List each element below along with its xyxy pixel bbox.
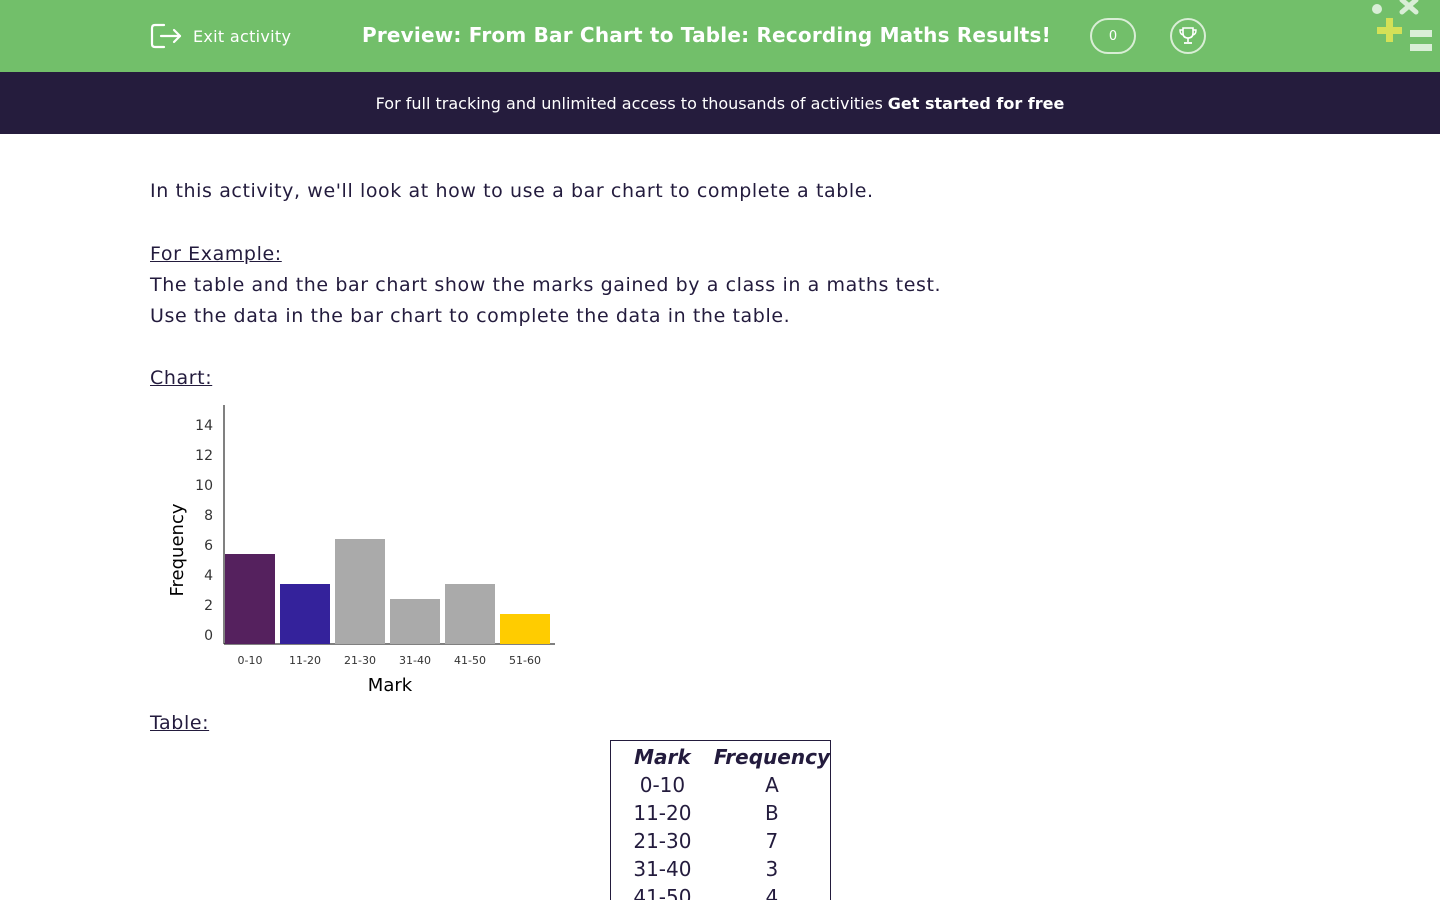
- table-row: 31-40 3: [611, 855, 830, 883]
- x-tick-label: 21-30: [344, 654, 376, 667]
- bar: [390, 599, 440, 644]
- example-line-2: Use the data in the bar chart to complet…: [150, 305, 791, 327]
- x-tick-label: 11-20: [289, 654, 321, 667]
- y-tick-label: 6: [204, 538, 213, 554]
- table-cell-frequency: B: [765, 801, 779, 825]
- y-axis-label: Frequency: [167, 503, 188, 596]
- table-row: 41-50 4: [611, 883, 830, 900]
- y-tick-label: 8: [204, 508, 213, 524]
- y-tick-label: 0: [204, 628, 213, 644]
- bar: [445, 584, 495, 644]
- get-started-link[interactable]: Get started for free: [888, 94, 1065, 113]
- table-row: 21-30 7: [611, 827, 830, 855]
- table-cell-frequency: 7: [765, 829, 779, 853]
- table-cell-frequency: 3: [765, 857, 779, 881]
- y-tick-label: 10: [195, 478, 213, 494]
- x-tick-label: 41-50: [454, 654, 486, 667]
- trophy-button[interactable]: [1170, 18, 1206, 54]
- data-table: Mark Frequency 0-10 A 11-20 B 21-30 7 31…: [611, 743, 830, 900]
- trophy-icon: [1179, 27, 1197, 44]
- example-heading: For Example:: [150, 243, 282, 265]
- table-cell-mark: 0-10: [639, 773, 686, 797]
- logo-icon: [1372, 0, 1432, 51]
- table-heading: Table:: [150, 712, 210, 734]
- score-badge: 0: [1090, 18, 1136, 54]
- bar: [225, 554, 275, 644]
- frequency-table: Mark Frequency 0-10 A 11-20 B 21-30 7 31…: [610, 740, 831, 900]
- y-tick-label: 14: [195, 418, 213, 434]
- page-title: Preview: From Bar Chart to Table: Record…: [362, 23, 1051, 47]
- bar: [335, 539, 385, 644]
- y-tick-label: 2: [204, 598, 213, 614]
- exit-icon: [150, 23, 182, 49]
- top-bar: Exit activity Preview: From Bar Chart to…: [0, 0, 1440, 72]
- y-tick-label: 4: [204, 568, 213, 584]
- bar: [280, 584, 330, 644]
- column-header-frequency: Frequency: [713, 745, 830, 769]
- x-axis-label: Mark: [368, 675, 413, 696]
- bar-chart: 0 2 4 6 8 10 12 14 0-10 11-20 21-30 31-40 41-50 51-60…: [167, 405, 555, 696]
- column-header-mark: Mark: [634, 745, 691, 769]
- exit-activity-button[interactable]: Exit activity: [150, 20, 291, 52]
- table-cell-mark: 41-50: [633, 885, 692, 900]
- x-tick-label: 31-40: [399, 654, 431, 667]
- table-row: 11-20 B: [611, 799, 830, 827]
- banner-text: For full tracking and unlimited access t…: [375, 93, 883, 113]
- x-tick-label: 0-10: [238, 654, 263, 667]
- table-cell-frequency: 4: [765, 885, 779, 900]
- x-tick-label: 51-60: [509, 654, 541, 667]
- table-cell-mark: 11-20: [633, 801, 692, 825]
- y-tick-label: 12: [195, 448, 213, 464]
- bar: [500, 614, 550, 644]
- upgrade-banner: For full tracking and unlimited access t…: [0, 72, 1440, 134]
- table-header-row: Mark Frequency: [611, 743, 830, 771]
- exit-activity-label: Exit activity: [193, 26, 292, 46]
- table-cell-frequency: A: [765, 773, 779, 797]
- table-cell-mark: 31-40: [633, 857, 692, 881]
- table-row: 0-10 A: [611, 771, 830, 799]
- example-line-1: The table and the bar chart show the mar…: [150, 274, 942, 296]
- intro-text: In this activity, we'll look at how to u…: [150, 180, 874, 202]
- chart-heading: Chart:: [150, 367, 213, 389]
- table-cell-mark: 21-30: [633, 829, 692, 853]
